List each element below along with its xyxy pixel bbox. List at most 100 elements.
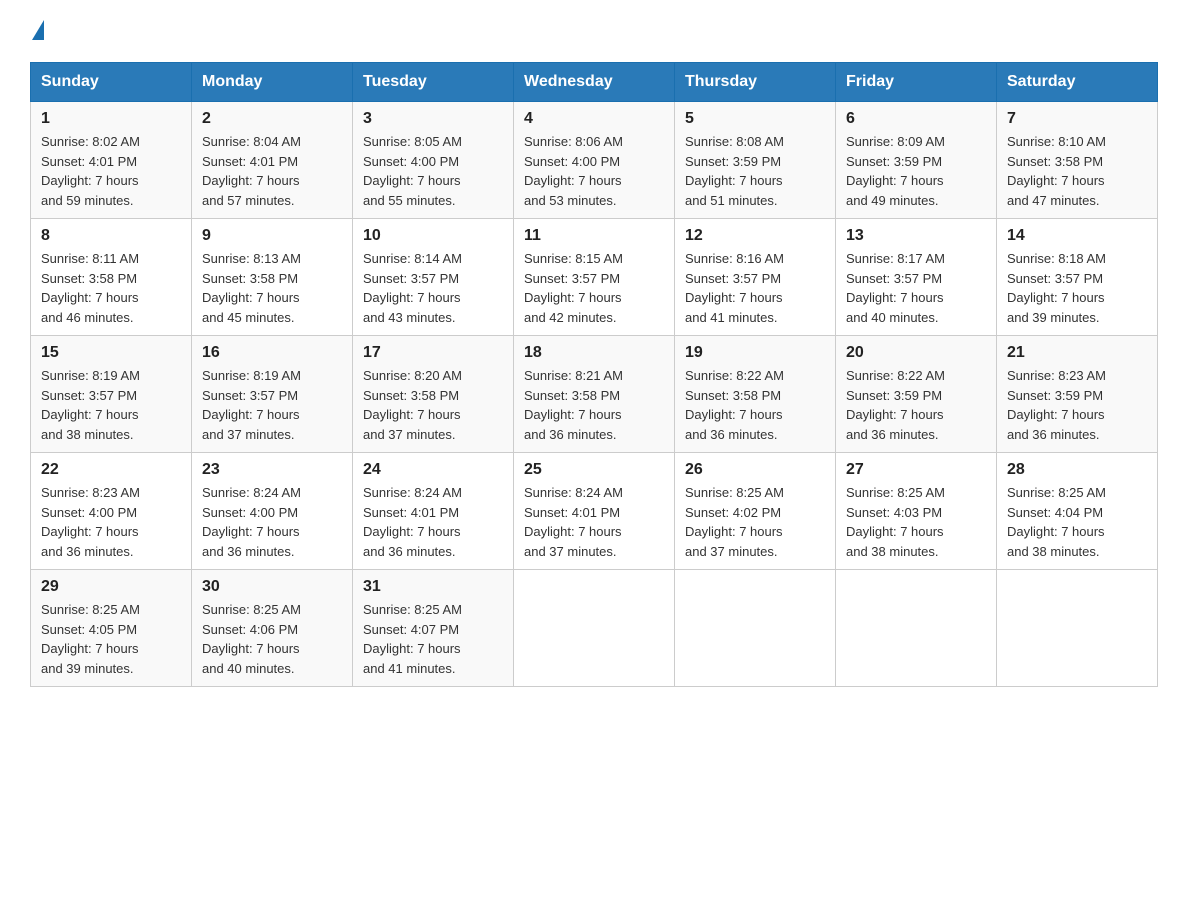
day-number: 28 [1007, 461, 1147, 479]
column-header-sunday: Sunday [31, 63, 192, 102]
column-header-tuesday: Tuesday [353, 63, 514, 102]
day-info: Sunrise: 8:21 AM Sunset: 3:58 PM Dayligh… [524, 366, 664, 444]
calendar-cell: 22 Sunrise: 8:23 AM Sunset: 4:00 PM Dayl… [31, 453, 192, 570]
day-number: 21 [1007, 344, 1147, 362]
column-header-thursday: Thursday [675, 63, 836, 102]
calendar-cell: 24 Sunrise: 8:24 AM Sunset: 4:01 PM Dayl… [353, 453, 514, 570]
calendar-cell [675, 570, 836, 687]
calendar-week-row: 22 Sunrise: 8:23 AM Sunset: 4:00 PM Dayl… [31, 453, 1158, 570]
day-number: 8 [41, 227, 181, 245]
calendar-cell: 29 Sunrise: 8:25 AM Sunset: 4:05 PM Dayl… [31, 570, 192, 687]
day-info: Sunrise: 8:13 AM Sunset: 3:58 PM Dayligh… [202, 249, 342, 327]
day-info: Sunrise: 8:25 AM Sunset: 4:07 PM Dayligh… [363, 600, 503, 678]
day-info: Sunrise: 8:20 AM Sunset: 3:58 PM Dayligh… [363, 366, 503, 444]
day-info: Sunrise: 8:25 AM Sunset: 4:05 PM Dayligh… [41, 600, 181, 678]
calendar-cell: 21 Sunrise: 8:23 AM Sunset: 3:59 PM Dayl… [997, 336, 1158, 453]
column-header-saturday: Saturday [997, 63, 1158, 102]
day-number: 5 [685, 110, 825, 128]
day-number: 23 [202, 461, 342, 479]
day-info: Sunrise: 8:09 AM Sunset: 3:59 PM Dayligh… [846, 132, 986, 210]
calendar-cell: 14 Sunrise: 8:18 AM Sunset: 3:57 PM Dayl… [997, 219, 1158, 336]
calendar-cell: 23 Sunrise: 8:24 AM Sunset: 4:00 PM Dayl… [192, 453, 353, 570]
column-header-friday: Friday [836, 63, 997, 102]
calendar-week-row: 29 Sunrise: 8:25 AM Sunset: 4:05 PM Dayl… [31, 570, 1158, 687]
logo-triangle-icon [32, 20, 44, 40]
day-info: Sunrise: 8:06 AM Sunset: 4:00 PM Dayligh… [524, 132, 664, 210]
calendar-cell: 19 Sunrise: 8:22 AM Sunset: 3:58 PM Dayl… [675, 336, 836, 453]
day-number: 31 [363, 578, 503, 596]
day-info: Sunrise: 8:19 AM Sunset: 3:57 PM Dayligh… [41, 366, 181, 444]
day-number: 25 [524, 461, 664, 479]
day-info: Sunrise: 8:25 AM Sunset: 4:03 PM Dayligh… [846, 483, 986, 561]
day-number: 9 [202, 227, 342, 245]
day-number: 14 [1007, 227, 1147, 245]
day-info: Sunrise: 8:23 AM Sunset: 4:00 PM Dayligh… [41, 483, 181, 561]
calendar-cell: 3 Sunrise: 8:05 AM Sunset: 4:00 PM Dayli… [353, 102, 514, 219]
day-number: 13 [846, 227, 986, 245]
calendar-cell: 5 Sunrise: 8:08 AM Sunset: 3:59 PM Dayli… [675, 102, 836, 219]
calendar-table: SundayMondayTuesdayWednesdayThursdayFrid… [30, 62, 1158, 687]
day-info: Sunrise: 8:25 AM Sunset: 4:04 PM Dayligh… [1007, 483, 1147, 561]
day-info: Sunrise: 8:05 AM Sunset: 4:00 PM Dayligh… [363, 132, 503, 210]
calendar-cell: 7 Sunrise: 8:10 AM Sunset: 3:58 PM Dayli… [997, 102, 1158, 219]
calendar-cell: 12 Sunrise: 8:16 AM Sunset: 3:57 PM Dayl… [675, 219, 836, 336]
day-number: 7 [1007, 110, 1147, 128]
calendar-cell: 6 Sunrise: 8:09 AM Sunset: 3:59 PM Dayli… [836, 102, 997, 219]
calendar-cell: 8 Sunrise: 8:11 AM Sunset: 3:58 PM Dayli… [31, 219, 192, 336]
day-number: 10 [363, 227, 503, 245]
calendar-cell: 4 Sunrise: 8:06 AM Sunset: 4:00 PM Dayli… [514, 102, 675, 219]
day-info: Sunrise: 8:19 AM Sunset: 3:57 PM Dayligh… [202, 366, 342, 444]
calendar-cell: 17 Sunrise: 8:20 AM Sunset: 3:58 PM Dayl… [353, 336, 514, 453]
calendar-cell [514, 570, 675, 687]
calendar-week-row: 1 Sunrise: 8:02 AM Sunset: 4:01 PM Dayli… [31, 102, 1158, 219]
column-header-monday: Monday [192, 63, 353, 102]
day-info: Sunrise: 8:11 AM Sunset: 3:58 PM Dayligh… [41, 249, 181, 327]
day-info: Sunrise: 8:02 AM Sunset: 4:01 PM Dayligh… [41, 132, 181, 210]
calendar-cell: 28 Sunrise: 8:25 AM Sunset: 4:04 PM Dayl… [997, 453, 1158, 570]
column-header-wednesday: Wednesday [514, 63, 675, 102]
calendar-cell: 11 Sunrise: 8:15 AM Sunset: 3:57 PM Dayl… [514, 219, 675, 336]
day-number: 11 [524, 227, 664, 245]
day-info: Sunrise: 8:15 AM Sunset: 3:57 PM Dayligh… [524, 249, 664, 327]
calendar-cell: 18 Sunrise: 8:21 AM Sunset: 3:58 PM Dayl… [514, 336, 675, 453]
day-number: 26 [685, 461, 825, 479]
calendar-cell: 25 Sunrise: 8:24 AM Sunset: 4:01 PM Dayl… [514, 453, 675, 570]
day-number: 20 [846, 344, 986, 362]
calendar-cell: 15 Sunrise: 8:19 AM Sunset: 3:57 PM Dayl… [31, 336, 192, 453]
day-number: 30 [202, 578, 342, 596]
day-number: 2 [202, 110, 342, 128]
calendar-cell [997, 570, 1158, 687]
day-number: 15 [41, 344, 181, 362]
calendar-cell: 9 Sunrise: 8:13 AM Sunset: 3:58 PM Dayli… [192, 219, 353, 336]
day-number: 22 [41, 461, 181, 479]
calendar-cell: 26 Sunrise: 8:25 AM Sunset: 4:02 PM Dayl… [675, 453, 836, 570]
day-number: 6 [846, 110, 986, 128]
day-info: Sunrise: 8:16 AM Sunset: 3:57 PM Dayligh… [685, 249, 825, 327]
calendar-cell: 2 Sunrise: 8:04 AM Sunset: 4:01 PM Dayli… [192, 102, 353, 219]
calendar-cell: 13 Sunrise: 8:17 AM Sunset: 3:57 PM Dayl… [836, 219, 997, 336]
day-info: Sunrise: 8:10 AM Sunset: 3:58 PM Dayligh… [1007, 132, 1147, 210]
calendar-week-row: 15 Sunrise: 8:19 AM Sunset: 3:57 PM Dayl… [31, 336, 1158, 453]
day-info: Sunrise: 8:24 AM Sunset: 4:01 PM Dayligh… [363, 483, 503, 561]
day-number: 3 [363, 110, 503, 128]
day-number: 29 [41, 578, 181, 596]
calendar-cell: 27 Sunrise: 8:25 AM Sunset: 4:03 PM Dayl… [836, 453, 997, 570]
calendar-cell: 31 Sunrise: 8:25 AM Sunset: 4:07 PM Dayl… [353, 570, 514, 687]
day-number: 1 [41, 110, 181, 128]
day-number: 12 [685, 227, 825, 245]
day-number: 19 [685, 344, 825, 362]
day-info: Sunrise: 8:08 AM Sunset: 3:59 PM Dayligh… [685, 132, 825, 210]
day-info: Sunrise: 8:17 AM Sunset: 3:57 PM Dayligh… [846, 249, 986, 327]
calendar-week-row: 8 Sunrise: 8:11 AM Sunset: 3:58 PM Dayli… [31, 219, 1158, 336]
day-number: 17 [363, 344, 503, 362]
day-info: Sunrise: 8:24 AM Sunset: 4:01 PM Dayligh… [524, 483, 664, 561]
day-number: 27 [846, 461, 986, 479]
day-info: Sunrise: 8:22 AM Sunset: 3:58 PM Dayligh… [685, 366, 825, 444]
calendar-cell: 16 Sunrise: 8:19 AM Sunset: 3:57 PM Dayl… [192, 336, 353, 453]
calendar-cell: 20 Sunrise: 8:22 AM Sunset: 3:59 PM Dayl… [836, 336, 997, 453]
day-info: Sunrise: 8:04 AM Sunset: 4:01 PM Dayligh… [202, 132, 342, 210]
calendar-cell [836, 570, 997, 687]
calendar-header-row: SundayMondayTuesdayWednesdayThursdayFrid… [31, 63, 1158, 102]
day-info: Sunrise: 8:25 AM Sunset: 4:06 PM Dayligh… [202, 600, 342, 678]
calendar-cell: 1 Sunrise: 8:02 AM Sunset: 4:01 PM Dayli… [31, 102, 192, 219]
